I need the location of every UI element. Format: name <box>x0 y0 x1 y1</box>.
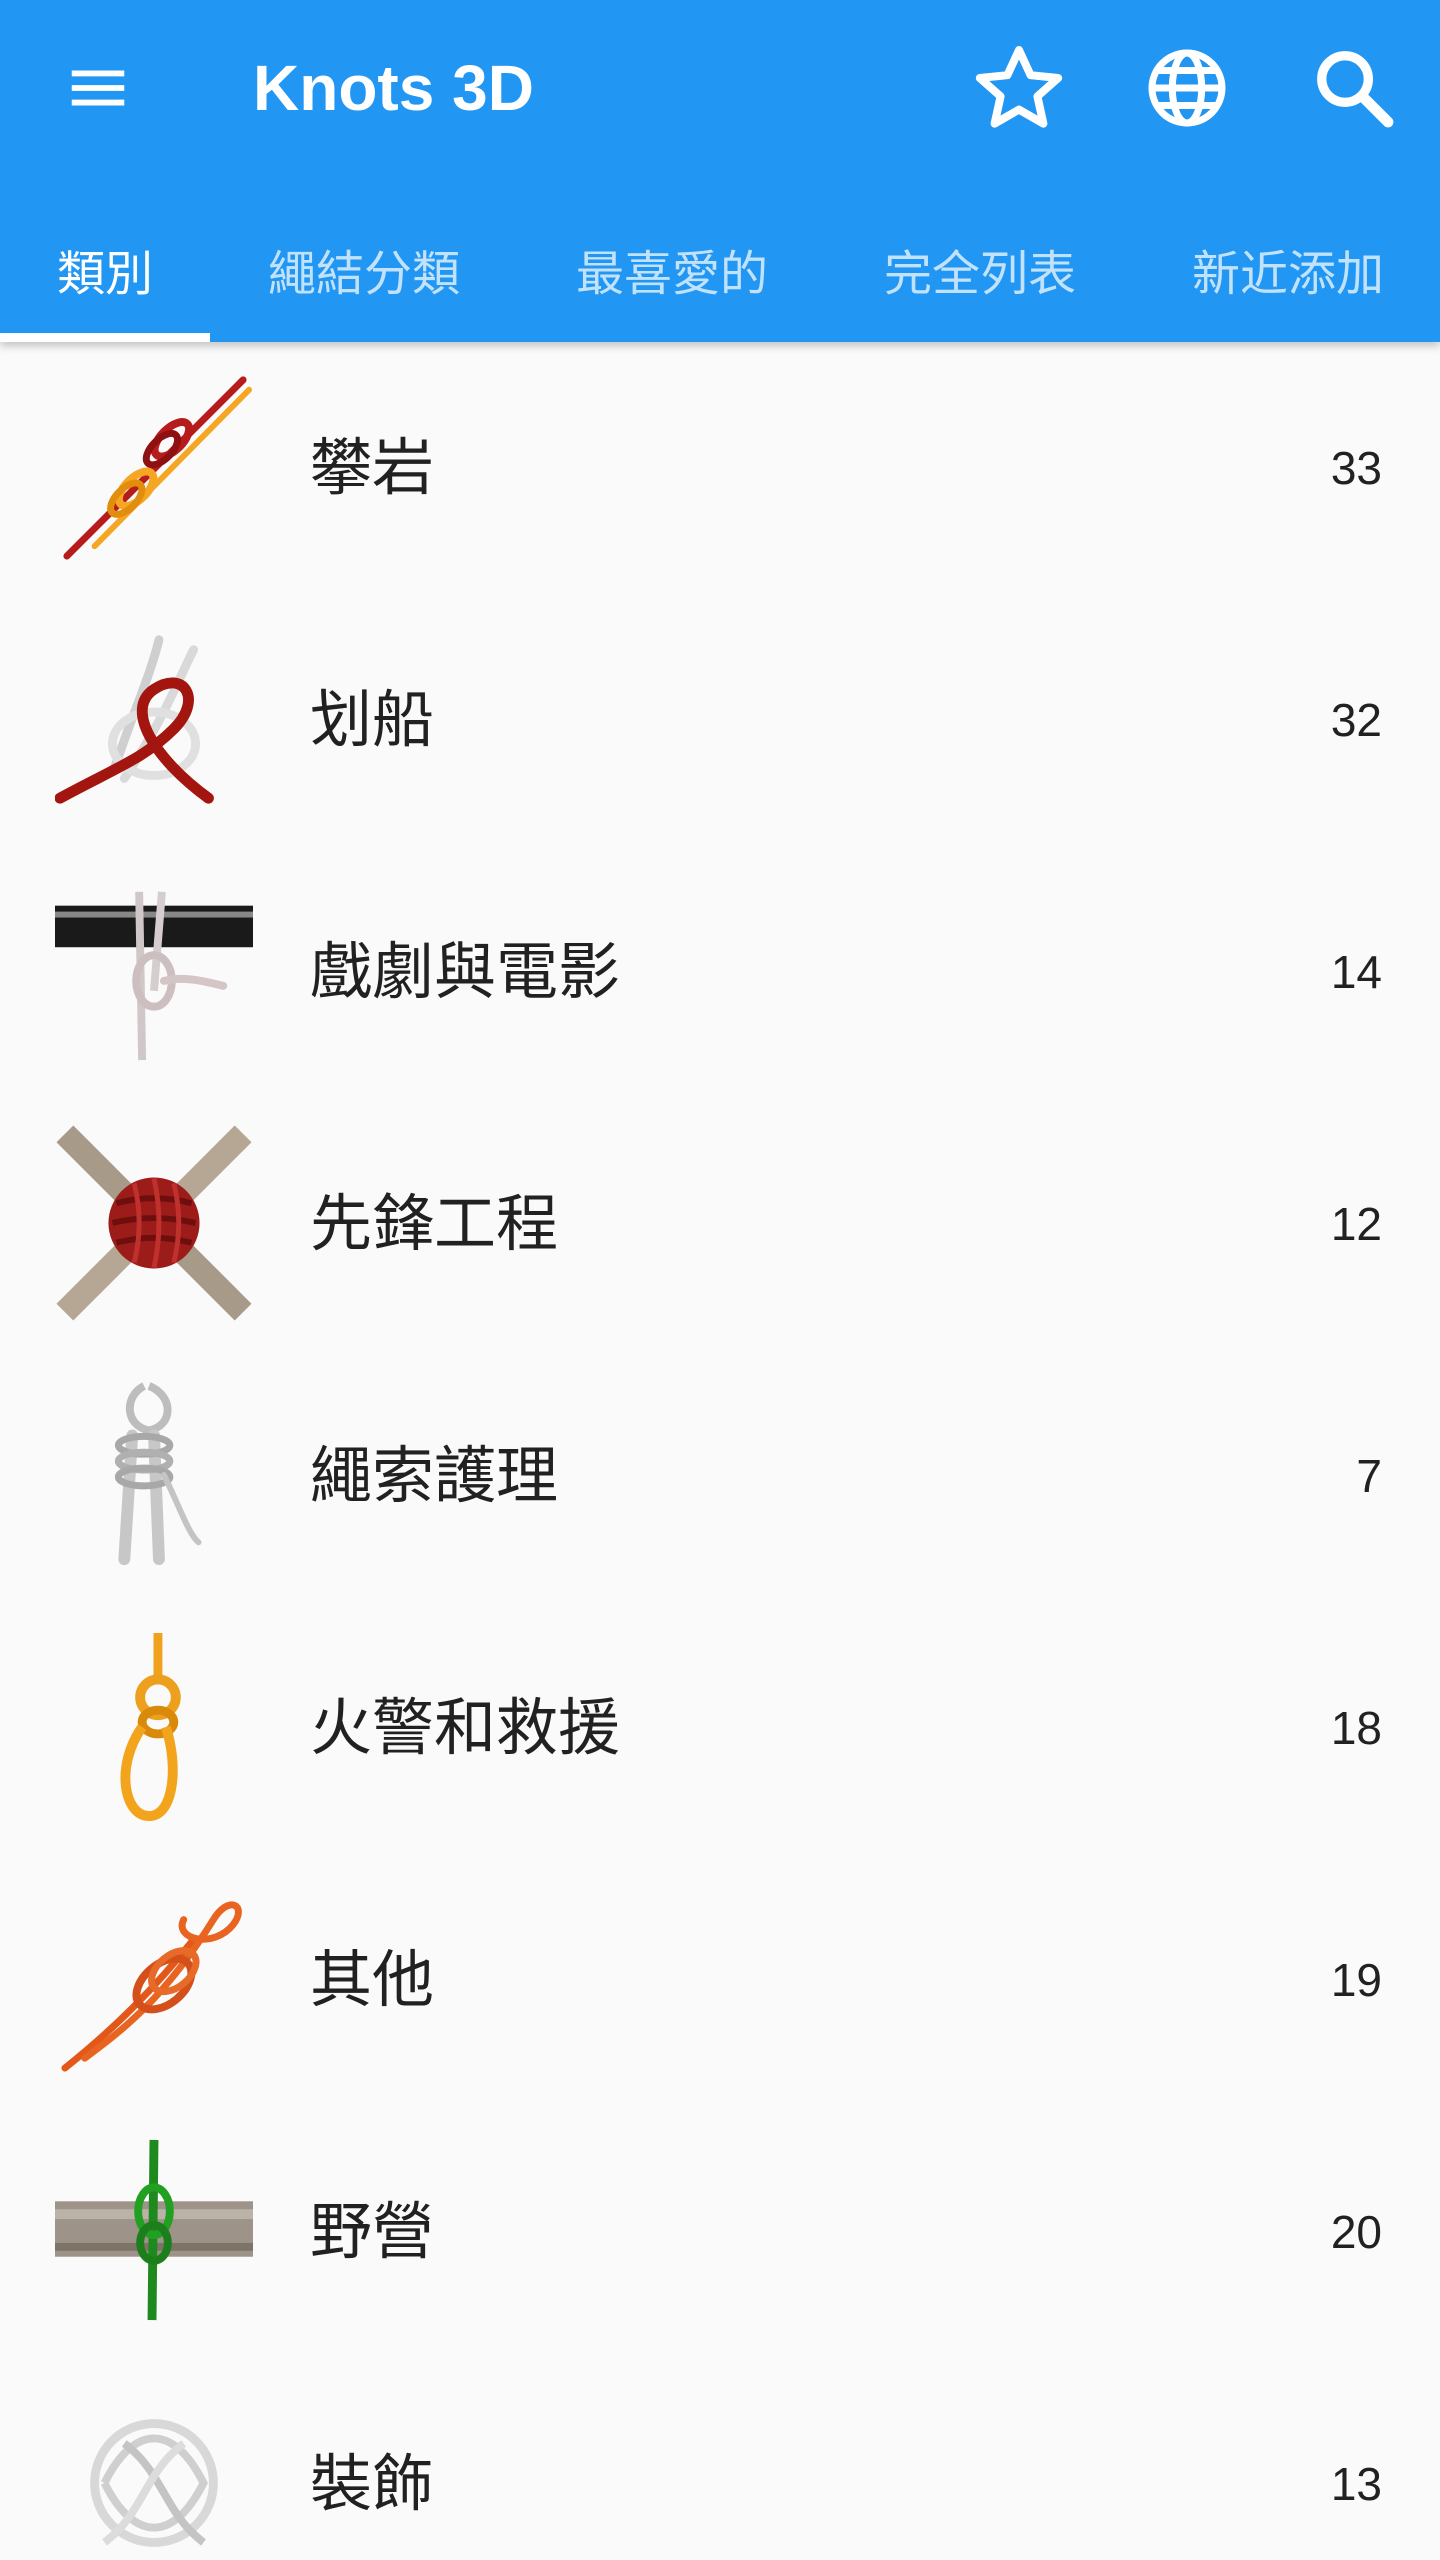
category-row-other[interactable]: 其他 19 <box>0 1854 1440 2106</box>
tab-favorites[interactable]: 最喜愛的 <box>536 196 808 342</box>
category-label: 裝飾 <box>310 2447 435 2520</box>
tab-recently-added[interactable]: 新近添加 <box>1152 196 1424 342</box>
favorite-button[interactable] <box>963 32 1075 144</box>
toolbar: Knots 3D <box>0 0 1440 176</box>
category-row-fire-rescue[interactable]: 火警和救援 18 <box>0 1602 1440 1854</box>
star-icon <box>975 46 1063 128</box>
rope-coil-icon <box>114 1382 202 1566</box>
category-label: 划船 <box>310 683 435 756</box>
category-label: 先鋒工程 <box>310 1187 559 1260</box>
category-list: 攀岩 33 划船 32 戲劇與電影 14 先鋒工程 12 繩索護理 7 火警和救… <box>0 342 1440 2560</box>
category-row-climbing[interactable]: 攀岩 33 <box>0 342 1440 594</box>
category-row-boating[interactable]: 划船 32 <box>0 594 1440 846</box>
language-button[interactable] <box>1131 32 1243 144</box>
tab-categories[interactable]: 類別 <box>0 196 210 342</box>
category-count: 18 <box>1330 1702 1382 1754</box>
tab-full-list[interactable]: 完全列表 <box>844 196 1116 342</box>
category-count: 19 <box>1330 1954 1382 2006</box>
app-bar: Knots 3D 類別 繩結分類 最喜愛的 完全列表 新近添加 <box>0 0 1440 342</box>
category-count: 32 <box>1330 694 1382 746</box>
category-count: 20 <box>1330 2206 1382 2258</box>
camping-knot-icon <box>55 2139 253 2321</box>
category-count: 7 <box>1356 1450 1382 1502</box>
boating-knot-icon <box>55 635 214 804</box>
category-count: 33 <box>1330 442 1382 494</box>
globe-icon <box>1148 49 1226 127</box>
category-row-pioneering[interactable]: 先鋒工程 12 <box>0 1098 1440 1350</box>
pioneering-lashing-icon <box>56 1125 252 1321</box>
category-label: 繩索護理 <box>310 1439 559 1512</box>
category-count: 12 <box>1330 1198 1382 1250</box>
menu-icon <box>71 70 125 106</box>
theatre-knot-icon <box>55 891 253 1061</box>
app-title: Knots 3D <box>253 52 534 124</box>
search-button[interactable] <box>1298 32 1410 144</box>
category-label: 其他 <box>310 1943 435 2016</box>
category-row-theatre[interactable]: 戲劇與電影 14 <box>0 846 1440 1098</box>
category-row-rope-care[interactable]: 繩索護理 7 <box>0 1350 1440 1602</box>
decorative-knot-icon <box>90 2419 218 2547</box>
category-row-camping[interactable]: 野營 20 <box>0 2106 1440 2358</box>
tab-bar: 類別 繩結分類 最喜愛的 完全列表 新近添加 <box>0 196 1440 342</box>
category-count: 13 <box>1330 2458 1382 2510</box>
tab-knot-types[interactable]: 繩結分類 <box>228 196 500 342</box>
climbing-knot-icon <box>63 376 253 560</box>
rescue-knot-icon <box>120 1632 181 1822</box>
category-label: 攀岩 <box>310 431 435 504</box>
menu-button[interactable] <box>42 32 154 144</box>
category-row-decorative[interactable]: 裝飾 13 <box>0 2358 1440 2560</box>
category-label: 戲劇與電影 <box>310 935 621 1008</box>
category-count: 14 <box>1330 946 1382 998</box>
tab-indicator <box>0 333 210 342</box>
other-knot-icon <box>61 1901 242 2072</box>
category-label: 火警和救援 <box>310 1691 621 1764</box>
search-icon <box>1317 51 1394 128</box>
category-label: 野營 <box>310 2195 435 2268</box>
